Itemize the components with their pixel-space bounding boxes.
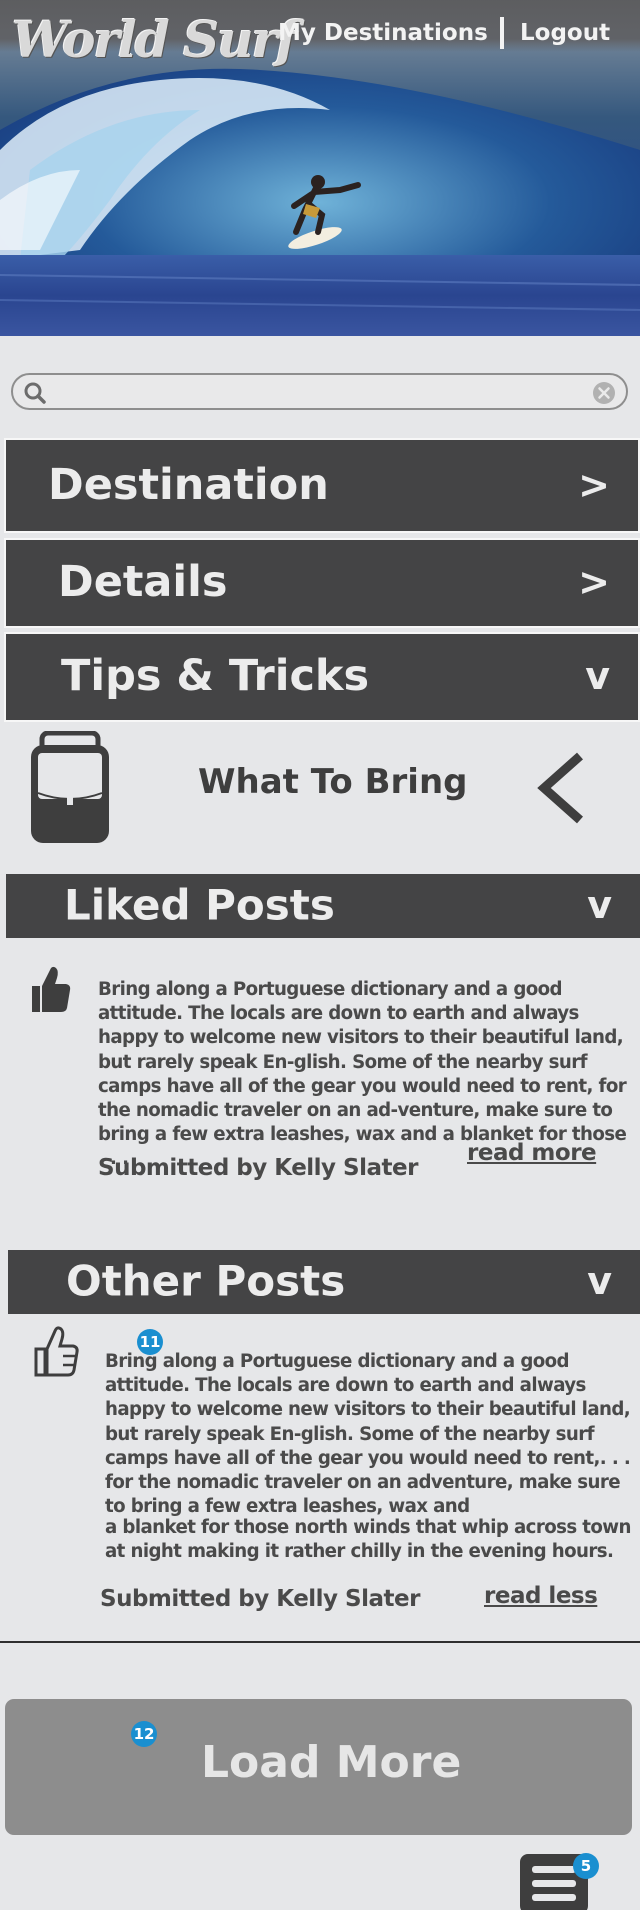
details-section[interactable]: Details > xyxy=(4,538,640,628)
logout-link[interactable]: Logout xyxy=(520,20,610,46)
backpack-icon xyxy=(28,730,112,850)
search-input[interactable] xyxy=(57,379,577,405)
clear-icon[interactable] xyxy=(592,381,616,410)
nav-separator xyxy=(500,17,504,49)
tips-tricks-section[interactable]: Tips & Tricks v xyxy=(4,632,640,722)
thumbs-up-filled-icon[interactable] xyxy=(28,964,72,1021)
load-more-button[interactable]: Load More xyxy=(5,1699,632,1835)
read-less-link[interactable]: read less xyxy=(484,1583,598,1609)
chevron-right-icon: > xyxy=(578,462,610,507)
chevron-down-icon: v xyxy=(587,883,612,928)
other-post-text-continued: a blanket for those north winds that whi… xyxy=(105,1517,631,1563)
world-surf-logo[interactable]: World Surf xyxy=(12,10,297,69)
chevron-left-icon[interactable] xyxy=(536,752,586,829)
read-more-link[interactable]: read more xyxy=(467,1140,597,1166)
search-bar[interactable] xyxy=(11,373,628,410)
liked-posts-label: Liked Posts xyxy=(64,880,335,930)
details-label: Details xyxy=(58,557,228,607)
liked-post-author: Submitted by Kelly Slater xyxy=(98,1155,418,1181)
chevron-right-icon: > xyxy=(578,560,610,605)
chevron-down-icon: v xyxy=(587,1259,612,1304)
tips-tricks-label: Tips & Tricks xyxy=(61,651,370,701)
other-post-author: Submitted by Kelly Slater xyxy=(100,1586,420,1612)
divider xyxy=(0,1641,640,1643)
annotation-badge: 12 xyxy=(131,1721,157,1747)
chevron-down-icon: v xyxy=(585,654,610,699)
what-to-bring-title[interactable]: What To Bring xyxy=(198,762,468,802)
thumbs-up-outline-icon[interactable] xyxy=(33,1325,81,1384)
load-more-label: Load More xyxy=(201,1737,462,1788)
destination-label: Destination xyxy=(48,459,329,510)
other-posts-label: Other Posts xyxy=(66,1256,346,1306)
my-destinations-link[interactable]: My Destinations xyxy=(278,20,488,46)
liked-posts-section[interactable]: Liked Posts v xyxy=(6,874,640,938)
search-icon[interactable] xyxy=(23,381,47,410)
destination-section[interactable]: Destination > xyxy=(4,438,640,533)
notification-badge: 5 xyxy=(573,1853,599,1879)
other-posts-section[interactable]: Other Posts v xyxy=(8,1250,640,1314)
other-post-text: Bring along a Portuguese dictionary and … xyxy=(105,1351,631,1518)
hero-banner: World Surf My Destinations Logout xyxy=(0,0,640,336)
